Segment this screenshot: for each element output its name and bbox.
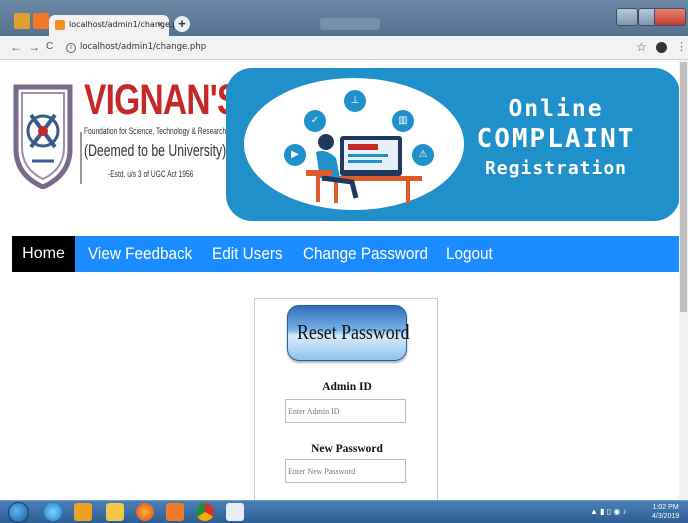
banner-line-online: Online xyxy=(508,96,604,122)
xampp-icon[interactable] xyxy=(33,13,49,29)
warning-icon: ⚠ xyxy=(412,144,434,166)
media-icon[interactable] xyxy=(74,503,92,521)
brand-subtitle: Foundation for Science, Technology & Res… xyxy=(84,126,227,137)
admin-id-input[interactable] xyxy=(285,399,406,423)
url-field[interactable]: localhost/admin1/change.php xyxy=(80,42,206,52)
bookmark-icon[interactable]: ☆ xyxy=(636,40,647,54)
blurred-title xyxy=(320,18,380,30)
reload-icon[interactable]: C xyxy=(46,41,53,52)
nav-item-change-password[interactable]: Change Password xyxy=(303,236,428,272)
chrome-icon[interactable] xyxy=(196,503,214,521)
reset-password-button[interactable]: Reset Password xyxy=(287,305,410,361)
banner-illustration: ✓ ⊥ ▥ ▶ ⚠ xyxy=(244,78,464,210)
folder-icon[interactable] xyxy=(106,503,124,521)
browser-titlebar: localhost/admin1/change.php × + xyxy=(0,0,688,36)
new-tab-button[interactable]: + xyxy=(174,16,190,32)
page-content: VIGNAN'S Foundation for Science, Technol… xyxy=(0,60,688,500)
brand-divider xyxy=(80,132,82,184)
scrollbar-thumb[interactable] xyxy=(680,62,687,312)
browser-tab[interactable]: localhost/admin1/change.php × xyxy=(49,15,188,36)
word-icon[interactable] xyxy=(226,503,244,521)
banner-line-complaint: COMPLAINT xyxy=(476,124,636,154)
app-icon[interactable] xyxy=(14,13,30,29)
tab-favicon-icon xyxy=(55,20,65,30)
network-icon: ⊥ xyxy=(344,90,366,112)
check-icon: ✓ xyxy=(304,110,326,132)
firefox-icon[interactable] xyxy=(136,503,154,521)
forward-icon[interactable]: → xyxy=(28,40,40,54)
reset-password-card: Reset Password Admin ID New Password xyxy=(254,298,438,500)
new-password-input[interactable] xyxy=(285,459,406,483)
minimize-button[interactable] xyxy=(616,8,638,26)
clock-time: 1:02 PM xyxy=(652,504,679,511)
brand-estd: -Estd. u/s 3 of UGC Act 1956 xyxy=(108,169,194,180)
main-nav: Home View Feedback Edit Users Change Pas… xyxy=(12,236,680,272)
close-window-button[interactable] xyxy=(654,8,686,26)
screen: localhost/admin1/change.php × + ← → C i … xyxy=(0,0,688,523)
play-icon: ▶ xyxy=(284,144,306,166)
reset-password-label: Reset Password xyxy=(297,320,410,344)
nav-item-logout[interactable]: Logout xyxy=(446,236,493,272)
shield-icon xyxy=(13,84,73,189)
address-bar: ← → C i localhost/admin1/change.php ☆ ⋮ xyxy=(0,36,688,60)
complaint-banner: ✓ ⊥ ▥ ▶ ⚠ Online COMPLAINT Registration xyxy=(226,68,680,221)
profile-icon[interactable] xyxy=(656,42,667,53)
brand-block: VIGNAN'S Foundation for Science, Technol… xyxy=(84,76,239,180)
banner-title: Online COMPLAINT Registration xyxy=(441,96,671,179)
brand-deemed: (Deemed to be University) xyxy=(84,141,227,160)
info-icon[interactable]: i xyxy=(66,43,76,53)
admin-id-label: Admin ID xyxy=(322,381,372,393)
ie-icon[interactable] xyxy=(44,503,62,521)
back-icon[interactable]: ← xyxy=(10,40,22,54)
new-password-label: New Password xyxy=(311,443,383,455)
banner-line-registration: Registration xyxy=(484,158,628,179)
clock-date: 4/3/2019 xyxy=(652,513,680,520)
tab-close-icon[interactable]: × xyxy=(158,19,163,29)
chart-icon: ▥ xyxy=(392,110,414,132)
browser-menu-icon[interactable]: ⋮ xyxy=(676,40,687,53)
start-icon[interactable] xyxy=(8,502,29,523)
clock[interactable]: 1:02 PM 4/3/2019 xyxy=(652,503,679,521)
nav-item-view-feedback[interactable]: View Feedback xyxy=(88,236,192,272)
tab-title: localhost/admin1/change.php xyxy=(69,20,188,29)
nav-item-home[interactable]: Home xyxy=(12,236,75,272)
nav-item-edit-users[interactable]: Edit Users xyxy=(212,236,283,272)
brand-name: VIGNAN'S xyxy=(84,76,239,124)
system-tray[interactable]: ▲ ▮ ▯ ◉ ♪ xyxy=(590,507,627,516)
windows-taskbar: ▲ ▮ ▯ ◉ ♪ 1:02 PM 4/3/2019 xyxy=(0,500,688,523)
xampp-taskbar-icon[interactable] xyxy=(166,503,184,521)
